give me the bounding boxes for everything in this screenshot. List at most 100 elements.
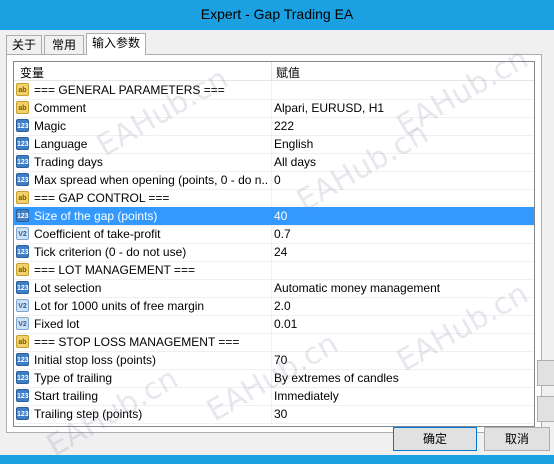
parameter-value[interactable]: All days [274, 155, 529, 169]
string-type-icon: ab [16, 263, 29, 276]
parameter-value[interactable]: 40 [274, 209, 529, 223]
table-header: 变量 赋值 [14, 62, 534, 81]
integer-type-icon: 123 [16, 173, 29, 186]
column-divider [271, 135, 272, 153]
parameter-name[interactable]: Lot for 1000 units of free margin [34, 299, 268, 313]
integer-type-icon: 123 [16, 137, 29, 150]
parameter-value[interactable]: Immediately [274, 389, 529, 403]
parameter-name[interactable]: Fixed lot [34, 317, 268, 331]
window-title: Expert - Gap Trading EA [200, 6, 354, 22]
string-type-icon: ab [16, 335, 29, 348]
string-type-icon: ab [16, 191, 29, 204]
column-divider [271, 117, 272, 135]
column-divider [271, 351, 272, 369]
parameter-value[interactable]: By extremes of candles [274, 371, 529, 385]
parameter-value[interactable]: English [274, 137, 529, 151]
tab-about[interactable]: 关于 [6, 35, 42, 54]
double-type-icon: V2 [16, 299, 29, 312]
parameter-value[interactable]: Alpari, EURUSD, H1 [274, 101, 529, 115]
table-row[interactable]: V2 Coefficient of take-profit 0.7 [14, 225, 534, 244]
column-divider [271, 81, 272, 99]
table-row[interactable]: V2 Lot for 1000 units of free margin 2.0 [14, 297, 534, 316]
title-bar: Expert - Gap Trading EA [0, 0, 554, 30]
ok-button[interactable]: 确定 [393, 427, 477, 451]
parameter-name[interactable]: Lot selection [34, 281, 268, 295]
parameter-name[interactable]: Start trailing [34, 389, 268, 403]
table-row[interactable]: 123 Language English [14, 135, 534, 154]
parameter-name[interactable]: === GENERAL PARAMETERS === [34, 83, 268, 97]
cancel-button[interactable]: 取消 [484, 427, 550, 451]
table-row[interactable]: ab === GAP CONTROL === [14, 189, 534, 208]
table-row[interactable]: ab === LOT MANAGEMENT === [14, 261, 534, 280]
table-row[interactable]: 123 Size of the gap (points) 40 [14, 207, 534, 226]
table-row[interactable]: ab Comment Alpari, EURUSD, H1 [14, 99, 534, 118]
column-divider [271, 315, 272, 333]
parameter-name[interactable]: Magic [34, 119, 268, 133]
parameter-name[interactable]: === LOT MANAGEMENT === [34, 263, 268, 277]
tab-inputs[interactable]: 输入参数 [86, 33, 146, 55]
side-button-upper[interactable] [537, 360, 554, 386]
table-row[interactable]: 123 Trailing step (points) 30 [14, 405, 534, 424]
parameters-table[interactable]: 变量 赋值 ab === GENERAL PARAMETERS === ab Comm… [13, 61, 535, 427]
integer-type-icon: 123 [16, 119, 29, 132]
integer-type-icon: 123 [16, 389, 29, 402]
column-divider [271, 405, 272, 423]
table-row[interactable]: 123 Start trailing Immediately [14, 387, 534, 406]
table-row[interactable]: V2 Fixed lot 0.01 [14, 315, 534, 334]
parameter-value[interactable]: 70 [274, 353, 529, 367]
parameter-value[interactable]: 0 [274, 173, 529, 187]
parameter-value[interactable]: 0.7 [274, 227, 529, 241]
taskbar-strip [0, 455, 554, 464]
column-divider [271, 369, 272, 387]
tab-common[interactable]: 常用 [44, 35, 84, 54]
side-button-lower[interactable] [537, 396, 554, 422]
parameter-name[interactable]: Type of trailing [34, 371, 268, 385]
table-row[interactable]: ab === STOP LOSS MANAGEMENT === [14, 333, 534, 352]
column-divider [271, 333, 272, 351]
table-row[interactable]: 123 Type of trailing By extremes of candle… [14, 369, 534, 388]
table-row[interactable]: 123 Tick criterion (0 - do not use) 24 [14, 243, 534, 262]
parameter-name[interactable]: Tick criterion (0 - do not use) [34, 245, 268, 259]
table-row[interactable]: 123 Magic 222 [14, 117, 534, 136]
double-type-icon: V2 [16, 317, 29, 330]
parameter-value[interactable]: 30 [274, 407, 529, 421]
integer-type-icon: 123 [16, 155, 29, 168]
parameter-name[interactable]: === STOP LOSS MANAGEMENT === [34, 335, 268, 349]
table-row[interactable]: 123 Initial stop loss (points) 70 [14, 351, 534, 370]
integer-type-icon: 123 [16, 407, 29, 420]
parameter-name[interactable]: Coefficient of take-profit [34, 227, 268, 241]
parameter-name[interactable]: === GAP CONTROL === [34, 191, 268, 205]
column-divider [271, 387, 272, 405]
column-divider [271, 243, 272, 261]
parameter-name[interactable]: Comment [34, 101, 268, 115]
column-divider [271, 261, 272, 279]
parameter-name[interactable]: Initial stop loss (points) [34, 353, 268, 367]
header-divider[interactable] [271, 62, 272, 80]
table-row[interactable]: ab === GENERAL PARAMETERS === [14, 81, 534, 100]
column-divider [271, 225, 272, 243]
parameter-value[interactable]: Automatic money management [274, 281, 529, 295]
double-type-icon: V2 [16, 227, 29, 240]
integer-type-icon: 123 [16, 281, 29, 294]
parameter-name[interactable]: Trailing step (points) [34, 407, 268, 421]
table-row[interactable]: 123 Max spread when opening (points, 0 - … [14, 171, 534, 190]
string-type-icon: ab [16, 101, 29, 114]
header-value[interactable]: 赋值 [276, 64, 300, 81]
parameter-name[interactable]: Max spread when opening (points, 0 - do … [34, 173, 268, 187]
header-variable[interactable]: 变量 [20, 64, 44, 81]
parameter-value[interactable]: 0.01 [274, 317, 529, 331]
column-divider [271, 153, 272, 171]
parameter-value[interactable]: 24 [274, 245, 529, 259]
parameter-name[interactable]: Trading days [34, 155, 268, 169]
table-row[interactable]: 123 Trading days All days [14, 153, 534, 172]
table-row[interactable]: 123 Lot selection Automatic money manageme… [14, 279, 534, 298]
parameter-name[interactable]: Language [34, 137, 268, 151]
column-divider [271, 279, 272, 297]
string-type-icon: ab [16, 83, 29, 96]
parameter-value[interactable]: 2.0 [274, 299, 529, 313]
integer-type-icon: 123 [16, 371, 29, 384]
parameter-value[interactable]: 222 [274, 119, 529, 133]
integer-type-icon: 123 [16, 353, 29, 366]
column-divider [271, 99, 272, 117]
parameter-name[interactable]: Size of the gap (points) [34, 209, 268, 223]
